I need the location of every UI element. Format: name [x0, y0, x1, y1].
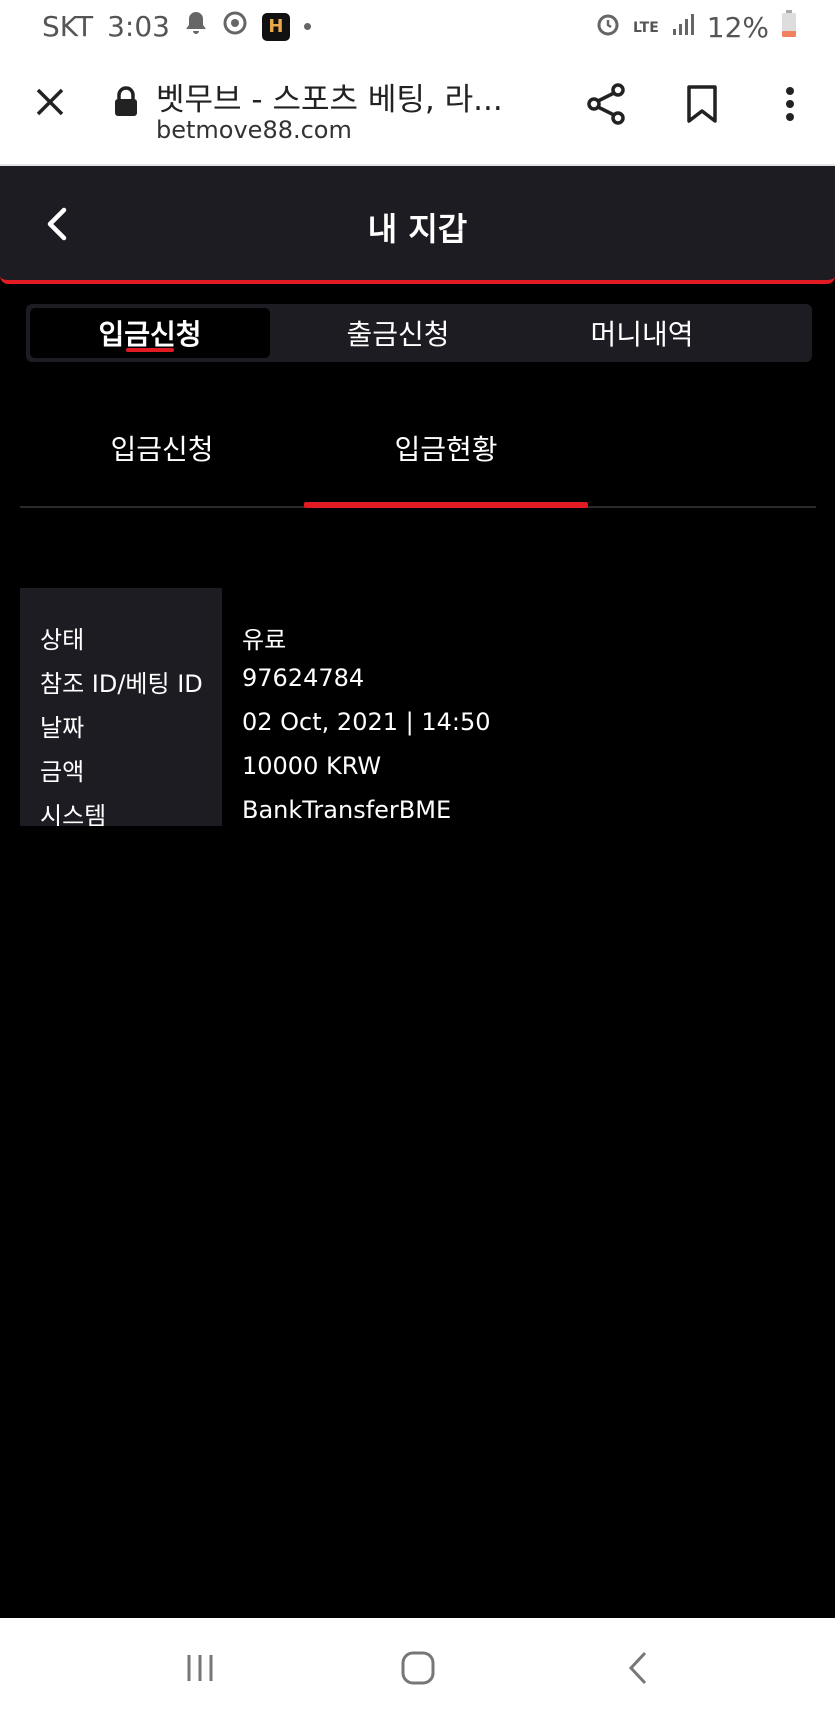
- signal-icon: [671, 11, 695, 44]
- detail-row-amount: 금액 10000 KRW: [20, 744, 800, 788]
- sync-icon: [222, 10, 248, 43]
- close-icon[interactable]: [28, 80, 72, 124]
- home-icon[interactable]: [396, 1648, 440, 1688]
- app-header: 내 지갑: [0, 166, 835, 284]
- battery-label: 12%: [706, 11, 769, 44]
- page-heading: 내 지갑: [367, 210, 468, 248]
- alarm-icon: [595, 11, 621, 44]
- notification-dot-icon: [303, 23, 311, 30]
- app-badge-icon: H: [261, 12, 290, 41]
- network-label: LTE: [633, 19, 659, 36]
- detail-value: 유료: [242, 626, 287, 654]
- detail-row-reference-id: 참조 ID/베팅 ID 97624784: [20, 656, 800, 700]
- recent-apps-icon[interactable]: [180, 1648, 220, 1688]
- detail-label: 금액: [40, 758, 85, 786]
- subtab-deposit-status[interactable]: 입금현황: [304, 428, 588, 468]
- active-subtab-indicator: [304, 502, 588, 508]
- detail-row-date: 날짜 02 Oct, 2021 | 14:50: [20, 700, 800, 744]
- clock: 3:03: [107, 10, 170, 43]
- carrier-label: SKT: [42, 10, 94, 43]
- detail-label: 상태: [40, 626, 85, 654]
- detail-value: 02 Oct, 2021 | 14:50: [242, 708, 491, 736]
- more-options-icon[interactable]: [772, 80, 808, 128]
- system-navigation-bar: [0, 1618, 835, 1716]
- bookmark-icon[interactable]: [680, 80, 724, 128]
- nav-back-icon[interactable]: [618, 1648, 658, 1688]
- main-tab-bar: 입금신청 출금신청 머니내역: [26, 304, 812, 362]
- page-title[interactable]: 벳무브 - 스포츠 베팅, 라...: [156, 74, 503, 119]
- tab-money-history[interactable]: 머니내역: [522, 308, 762, 358]
- detail-label: 날짜: [40, 714, 85, 742]
- detail-value: 10000 KRW: [242, 752, 382, 780]
- browser-toolbar: 벳무브 - 스포츠 베팅, 라... betmove88.com: [0, 52, 835, 166]
- detail-label: 참조 ID/베팅 ID: [40, 670, 203, 698]
- tab-withdrawal-request[interactable]: 출금신청: [278, 308, 518, 358]
- sub-tab-bar: 입금신청 입금현황: [20, 400, 816, 508]
- detail-value: 97624784: [242, 664, 365, 692]
- subtab-deposit-request[interactable]: 입금신청: [20, 428, 304, 468]
- detail-value: BankTransferBME: [242, 796, 452, 824]
- detail-row-system: 시스템 BankTransferBME: [20, 788, 800, 832]
- tab-label: 출금신청: [346, 318, 450, 351]
- detail-row-status: 상태 유료: [20, 612, 800, 656]
- share-icon[interactable]: [582, 80, 630, 128]
- url-domain[interactable]: betmove88.com: [156, 116, 352, 144]
- detail-label: 시스템: [40, 802, 107, 830]
- lock-icon: [110, 82, 142, 122]
- bell-icon: [184, 10, 208, 43]
- active-tab-underline: [126, 348, 174, 352]
- status-bar: SKT 3:03 H LTE 12%: [0, 0, 835, 52]
- battery-icon: [781, 10, 797, 45]
- tab-label: 머니내역: [590, 318, 694, 351]
- tab-label: 입금신청: [98, 318, 202, 351]
- tab-deposit-request[interactable]: 입금신청: [30, 308, 270, 358]
